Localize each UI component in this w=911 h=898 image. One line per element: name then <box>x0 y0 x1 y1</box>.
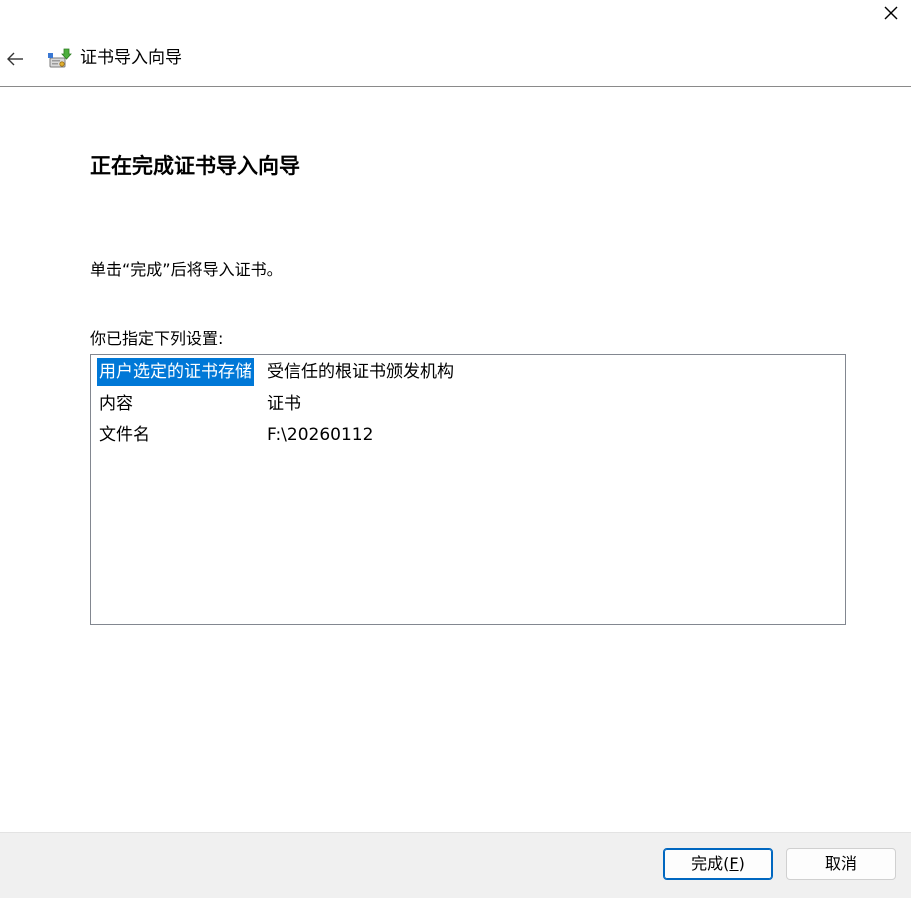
settings-key[interactable]: 文件名 <box>97 421 152 449</box>
wizard-footer: 完成(F) 取消 <box>0 832 911 898</box>
instruction-text: 单击“完成”后将导入证书。 <box>90 260 283 279</box>
settings-value: F:\20260112 <box>267 425 374 445</box>
close-button[interactable] <box>871 0 911 26</box>
settings-label: 你已指定下列设置: <box>90 329 224 348</box>
settings-list[interactable]: 用户选定的证书存储 受信任的根证书颁发机构 内容 证书 文件名 F:\20260… <box>90 354 846 625</box>
finish-button[interactable]: 完成(F) <box>663 848 773 880</box>
settings-key[interactable]: 内容 <box>97 390 135 418</box>
settings-row-filename[interactable]: 文件名 F:\20260112 <box>99 421 373 449</box>
settings-row-store[interactable]: 用户选定的证书存储 受信任的根证书颁发机构 <box>97 358 454 386</box>
back-arrow-icon <box>7 52 23 66</box>
wizard-header: 证书导入向导 <box>0 38 911 87</box>
settings-key[interactable]: 用户选定的证书存储 <box>97 358 254 386</box>
settings-value: 受信任的根证书颁发机构 <box>267 362 454 382</box>
back-button[interactable] <box>2 46 28 72</box>
wizard-title: 证书导入向导 <box>80 48 182 68</box>
settings-row-content[interactable]: 内容 证书 <box>99 390 301 418</box>
settings-value: 证书 <box>267 394 301 414</box>
page-heading: 正在完成证书导入向导 <box>90 154 300 178</box>
certificate-import-wizard-window: 证书导入向导 正在完成证书导入向导 单击“完成”后将导入证书。 你已指定下列设置… <box>0 0 911 898</box>
certificate-import-icon <box>48 48 72 68</box>
close-icon <box>884 6 898 20</box>
cancel-button[interactable]: 取消 <box>786 848 896 880</box>
